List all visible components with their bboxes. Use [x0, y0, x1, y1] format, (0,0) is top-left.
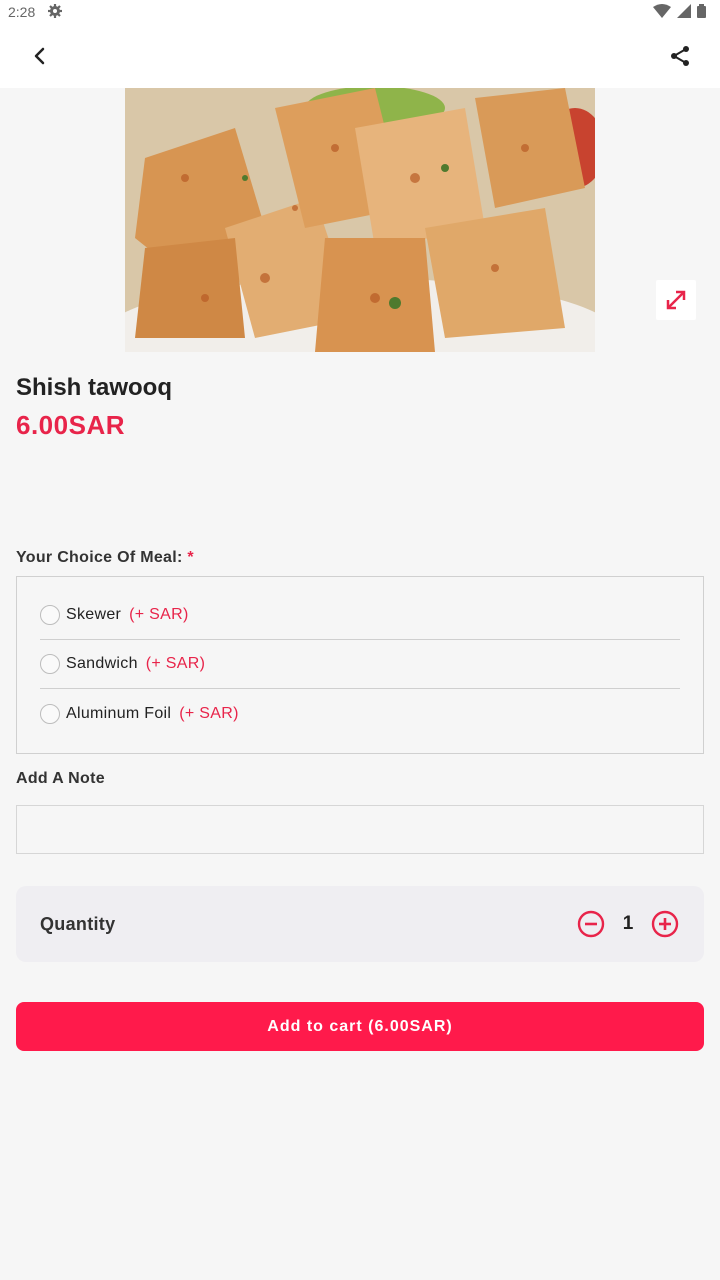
expand-image-button[interactable] [656, 280, 696, 320]
plus-circle-icon [651, 910, 679, 938]
product-price: 6.00SAR [16, 410, 125, 440]
option-skewer[interactable]: Skewer (+ SAR) [40, 591, 680, 640]
option-label: Aluminum Foil [66, 704, 172, 722]
required-mark: * [187, 549, 194, 566]
radio-button[interactable] [40, 605, 60, 625]
minus-circle-icon [577, 910, 605, 938]
quantity-value: 1 [622, 913, 634, 934]
option-extra-price: (+ SAR) [129, 606, 189, 623]
meal-choice-label-text: Your Choice Of Meal: [16, 549, 183, 566]
option-sandwich[interactable]: Sandwich (+ SAR) [40, 640, 680, 689]
quantity-stepper: 1 [576, 909, 680, 939]
add-to-cart-button[interactable]: Add to cart (6.00SAR) [16, 1002, 704, 1051]
option-aluminum-foil[interactable]: Aluminum Foil (+ SAR) [40, 689, 680, 738]
radio-button[interactable] [40, 654, 60, 674]
quantity-label: Quantity [40, 913, 116, 934]
option-extra-price: (+ SAR) [179, 704, 239, 722]
status-bar: 2:28 [0, 0, 720, 24]
increase-quantity-button[interactable] [650, 909, 680, 939]
settings-icon [47, 3, 63, 22]
option-label: Sandwich [66, 655, 138, 672]
decrease-quantity-button[interactable] [576, 909, 606, 939]
note-input[interactable] [16, 805, 704, 854]
radio-button[interactable] [40, 703, 60, 724]
back-button[interactable] [16, 32, 64, 80]
option-extra-price: (+ SAR) [145, 655, 206, 672]
meal-options-group: Skewer (+ SAR) Sandwich (+ SAR) Aluminum… [16, 576, 704, 754]
battery-icon [697, 3, 706, 21]
meal-choice-label: Your Choice Of Meal: * [16, 549, 194, 567]
chevron-left-icon [34, 47, 45, 65]
product-image-area [0, 88, 720, 352]
option-label: Skewer [66, 606, 122, 623]
share-button[interactable] [656, 32, 704, 80]
note-label: Add A Note [16, 770, 105, 787]
signal-icon [677, 3, 691, 21]
share-icon [671, 46, 689, 66]
product-title: Shish tawooq [16, 374, 172, 401]
app-bar [0, 24, 720, 88]
expand-icon [666, 290, 686, 310]
product-image [125, 88, 595, 352]
quantity-card: Quantity 1 [16, 886, 704, 962]
wifi-icon [653, 3, 671, 21]
status-time: 2:28 [8, 4, 36, 20]
